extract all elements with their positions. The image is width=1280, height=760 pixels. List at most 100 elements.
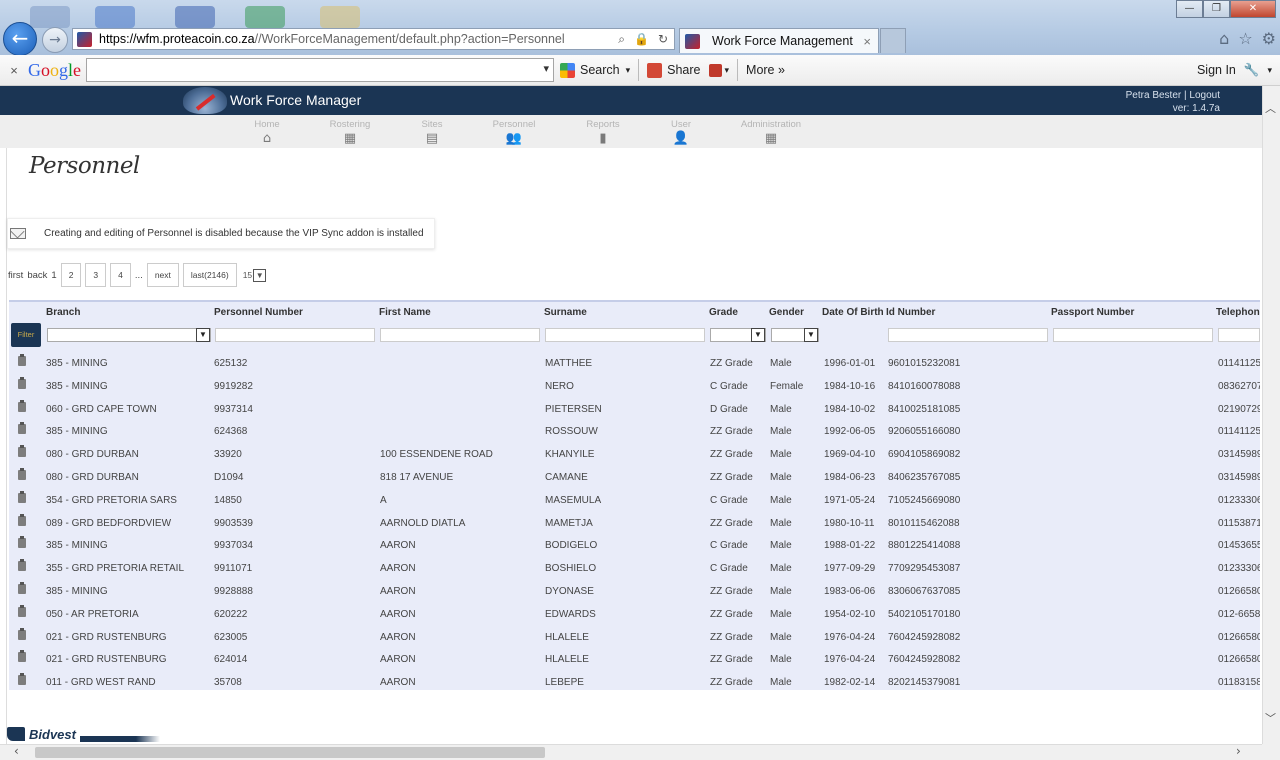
page-size-select[interactable]: 15 ▼ [243, 268, 267, 282]
clipboard-icon[interactable] [18, 445, 26, 458]
pager-first[interactable]: first [8, 270, 23, 281]
scroll-down-icon[interactable]: ﹀ [1265, 710, 1276, 726]
clipboard-icon[interactable] [18, 422, 26, 435]
first-name-filter-input[interactable] [380, 328, 540, 342]
nav-rostering[interactable]: Rostering ▦ [327, 119, 373, 146]
lock-icon[interactable]: 🔒 [634, 32, 649, 47]
clipboard-icon[interactable] [18, 650, 26, 663]
col-header-passport-number[interactable]: Passport Number [1051, 307, 1134, 318]
chevron-down-icon[interactable]: ▾ [1267, 65, 1272, 76]
nav-sites[interactable]: Sites ▤ [417, 119, 447, 146]
vertical-scrollbar[interactable]: ︿ ﹀ [1262, 86, 1280, 744]
pager-page-2[interactable]: 2 [60, 263, 82, 287]
telephone-filter-input[interactable] [1218, 328, 1260, 342]
clipboard-icon[interactable] [18, 490, 26, 503]
id-number-filter-input[interactable] [888, 328, 1048, 342]
table-row[interactable]: 385 - MINING 624368 ROSSOUW ZZ Grade Male 199… [9, 422, 1260, 445]
google-search-input[interactable] [86, 58, 554, 82]
clipboard-icon[interactable] [18, 399, 26, 412]
col-header-gender[interactable]: Gender [769, 307, 804, 318]
nav-administration[interactable]: Administration ▦ [738, 119, 804, 146]
table-row[interactable]: 089 - GRD BEDFORDVIEW 9903539 AARNOLD DIAT… [9, 513, 1260, 537]
refresh-icon[interactable]: ↻ [658, 32, 668, 47]
personnel-number-filter-input[interactable] [215, 328, 375, 342]
pager-page-4[interactable]: 4 [110, 263, 131, 287]
nav-user[interactable]: User 👤 [667, 119, 695, 146]
col-header-grade[interactable]: Grade [709, 307, 738, 318]
minimize-button[interactable]: — [1176, 0, 1203, 18]
google-search-button[interactable]: Search ▾ [554, 58, 636, 82]
scroll-right-icon[interactable]: › [1236, 744, 1241, 758]
gender-filter-select[interactable]: ▼ [771, 328, 819, 342]
table-row[interactable]: 050 - AR PRETORIA 620222 AARON EDWARDS ZZ Gr… [9, 604, 1260, 628]
tab-close-icon[interactable]: × [863, 34, 871, 49]
more-button[interactable]: More » [740, 58, 791, 82]
clipboard-icon[interactable] [18, 604, 26, 617]
forward-button[interactable]: → [42, 27, 68, 53]
translate-icon[interactable] [708, 63, 722, 77]
url-text[interactable]: https://wfm.proteacoin.co.za//WorkForceM… [99, 32, 565, 46]
table-row[interactable]: 385 - MINING 625132 MATTHEE ZZ Grade Male 199… [9, 354, 1260, 377]
pager-next[interactable]: next [146, 263, 179, 287]
clipboard-icon[interactable] [18, 582, 26, 594]
back-button[interactable]: ← [3, 22, 37, 56]
table-row[interactable]: 011 - GRD WEST RAND 35708 AARON LEBEPE ZZ Gr… [9, 673, 1260, 696]
nav-personnel[interactable]: Personnel 👥 [490, 119, 538, 146]
surname-filter-input[interactable] [545, 328, 705, 342]
maximize-button[interactable]: ❐ [1203, 0, 1230, 18]
col-header-first-name[interactable]: First Name [379, 307, 431, 318]
close-window-button[interactable]: ✕ [1230, 0, 1276, 18]
table-row[interactable]: 080 - GRD DURBAN D1094 818 17 AVENUE CAMANE… [9, 468, 1260, 491]
logout-link[interactable]: Logout [1189, 90, 1220, 101]
clipboard-icon[interactable] [18, 468, 26, 480]
table-row[interactable]: 355 - GRD PRETORIA RETAIL 9911071 AARON BOS… [9, 559, 1260, 582]
grade-filter-select[interactable]: ▼ [710, 328, 766, 342]
horizontal-scroll-thumb[interactable] [35, 747, 545, 758]
table-row[interactable]: 021 - GRD RUSTENBURG 624014 AARON HLALELE ZZ… [9, 650, 1260, 673]
share-button[interactable]: Share ▾ [641, 58, 735, 82]
table-row[interactable]: 385 - MINING 9919282 NERO C Grade Female 1984… [9, 376, 1260, 400]
nav-home[interactable]: Home ⌂ [252, 119, 282, 146]
col-header-surname[interactable]: Surname [544, 307, 587, 318]
clipboard-icon[interactable] [18, 673, 26, 686]
branch-filter-select[interactable]: ▼ [47, 328, 211, 342]
settings-gear-icon[interactable]: ⚙ [1262, 29, 1276, 48]
scroll-left-icon[interactable]: ‹ [14, 744, 19, 758]
table-row[interactable]: 385 - MINING 9928888 AARON DYONASE ZZ Grade M… [9, 582, 1260, 605]
col-header-id-number[interactable]: Id Number [886, 307, 935, 318]
close-toolbar-icon[interactable]: × [0, 63, 28, 78]
wrench-icon[interactable]: 🔧 [1244, 62, 1260, 78]
sign-in-link[interactable]: Sign In [1197, 63, 1236, 77]
favorites-star-icon[interactable]: ☆ [1238, 29, 1252, 48]
search-icon[interactable]: ⌕ [618, 32, 625, 47]
col-header-date-of-birth[interactable]: Date Of Birth [822, 307, 884, 318]
clipboard-icon[interactable] [18, 376, 26, 389]
clipboard-icon[interactable] [18, 536, 26, 549]
table-row[interactable]: 060 - GRD CAPE TOWN 9937314 PIETERSEN D Gra… [9, 399, 1260, 423]
scroll-up-icon[interactable]: ︿ [1265, 100, 1276, 116]
cell-grade: C Grade [710, 494, 748, 506]
col-header-telephone[interactable]: Telephone [1216, 307, 1260, 318]
filter-button[interactable]: Filter [11, 323, 41, 347]
pager-back[interactable]: back [27, 270, 47, 281]
clipboard-icon[interactable] [18, 354, 26, 366]
pager-page-3[interactable]: 3 [85, 263, 107, 287]
passport-number-filter-input[interactable] [1053, 328, 1213, 342]
nav-reports[interactable]: Reports ▮ [583, 119, 623, 146]
pager-last[interactable]: last(2146) [182, 263, 237, 287]
col-header-personnel-number[interactable]: Personnel Number [214, 307, 303, 318]
table-row[interactable]: 354 - GRD PRETORIA SARS 14850 A MASEMULA C G… [9, 490, 1260, 514]
home-icon[interactable]: ⌂ [1219, 29, 1229, 48]
clipboard-icon[interactable] [18, 559, 26, 572]
address-bar[interactable]: https://wfm.proteacoin.co.za//WorkForceM… [72, 28, 675, 50]
table-row[interactable]: 385 - MINING 9937034 AARON BODIGELO C Grade M… [9, 536, 1260, 559]
clipboard-icon[interactable] [18, 513, 26, 526]
horizontal-scrollbar[interactable]: ‹ › [0, 744, 1262, 760]
browser-tab-active[interactable]: Work Force Management × [679, 28, 879, 53]
clipboard-icon[interactable] [18, 627, 26, 640]
table-row[interactable]: 021 - GRD RUSTENBURG 623005 AARON HLALELE ZZ… [9, 627, 1260, 651]
new-tab-button[interactable] [880, 28, 906, 53]
search-label: Search [580, 63, 620, 77]
col-header-branch[interactable]: Branch [46, 307, 80, 318]
table-row[interactable]: 080 - GRD DURBAN 33920 100 ESSENDENE ROAD K… [9, 445, 1260, 468]
